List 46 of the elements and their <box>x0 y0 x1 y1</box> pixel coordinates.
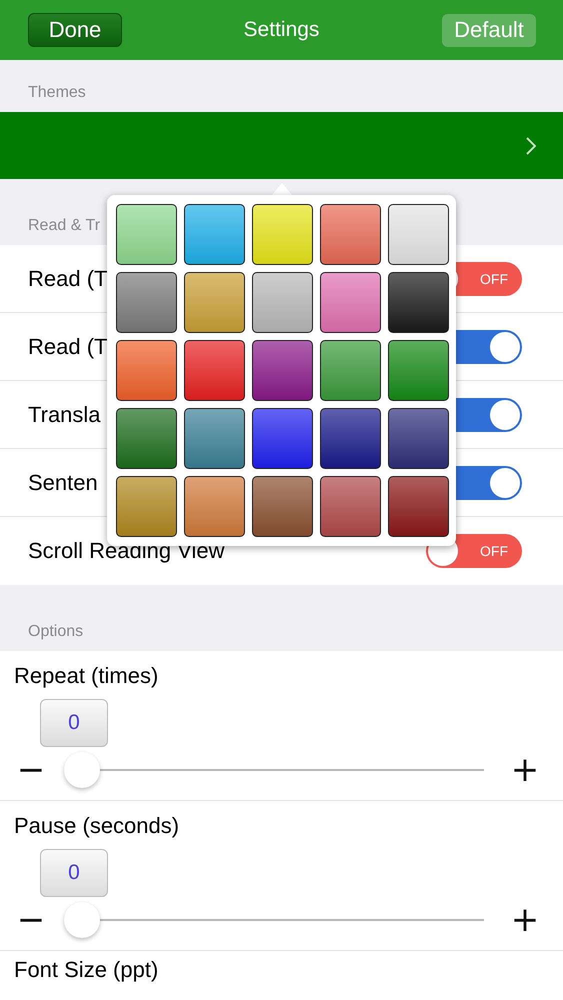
color-swatch[interactable] <box>320 204 381 265</box>
option-title: Pause (seconds) <box>14 813 180 839</box>
color-swatch[interactable] <box>252 204 313 265</box>
done-button[interactable]: Done <box>28 13 122 47</box>
setting-label: Transla <box>28 402 101 428</box>
color-swatch[interactable] <box>252 340 313 401</box>
color-swatch[interactable] <box>388 340 449 401</box>
chevron-icon <box>526 136 536 154</box>
color-swatch[interactable] <box>388 272 449 333</box>
color-swatch[interactable] <box>320 408 381 469</box>
setting-label: Read (T <box>28 334 108 360</box>
option-title: Font Size (ppt) <box>14 957 160 983</box>
color-swatch[interactable] <box>388 408 449 469</box>
color-swatch[interactable] <box>116 408 177 469</box>
option-title: Repeat (times) <box>14 663 160 689</box>
section-header: Options <box>28 623 84 641</box>
section-header: Themes <box>28 84 86 102</box>
plus-button[interactable]: + <box>508 753 542 787</box>
value-display: 0 <box>40 699 108 747</box>
color-swatch[interactable] <box>184 204 245 265</box>
color-swatch[interactable] <box>388 204 449 265</box>
color-swatch[interactable] <box>184 476 245 537</box>
color-swatch[interactable] <box>252 408 313 469</box>
color-swatch[interactable] <box>320 476 381 537</box>
color-swatch[interactable] <box>252 476 313 537</box>
color-swatch[interactable] <box>116 340 177 401</box>
color-swatch[interactable] <box>184 272 245 333</box>
color-swatch[interactable] <box>320 272 381 333</box>
color-swatch[interactable] <box>184 408 245 469</box>
color-swatch[interactable] <box>116 272 177 333</box>
section-header: Read & Tr <box>28 217 100 235</box>
color-swatch[interactable] <box>184 340 245 401</box>
color-swatch[interactable] <box>116 476 177 537</box>
plus-button[interactable]: + <box>508 903 542 937</box>
color-swatch[interactable] <box>116 204 177 265</box>
screen-title: Settings <box>244 18 320 42</box>
minus-button[interactable]: − <box>14 753 48 787</box>
color-swatch[interactable] <box>388 476 449 537</box>
color-swatch[interactable] <box>252 272 313 333</box>
slider-thumb[interactable] <box>64 902 100 938</box>
setting-label: Read (T <box>28 266 108 292</box>
color-swatch[interactable] <box>320 340 381 401</box>
minus-button[interactable]: − <box>14 903 48 937</box>
setting-label: Senten <box>28 470 98 496</box>
slider-thumb[interactable] <box>64 752 100 788</box>
value-display: 0 <box>40 849 108 897</box>
